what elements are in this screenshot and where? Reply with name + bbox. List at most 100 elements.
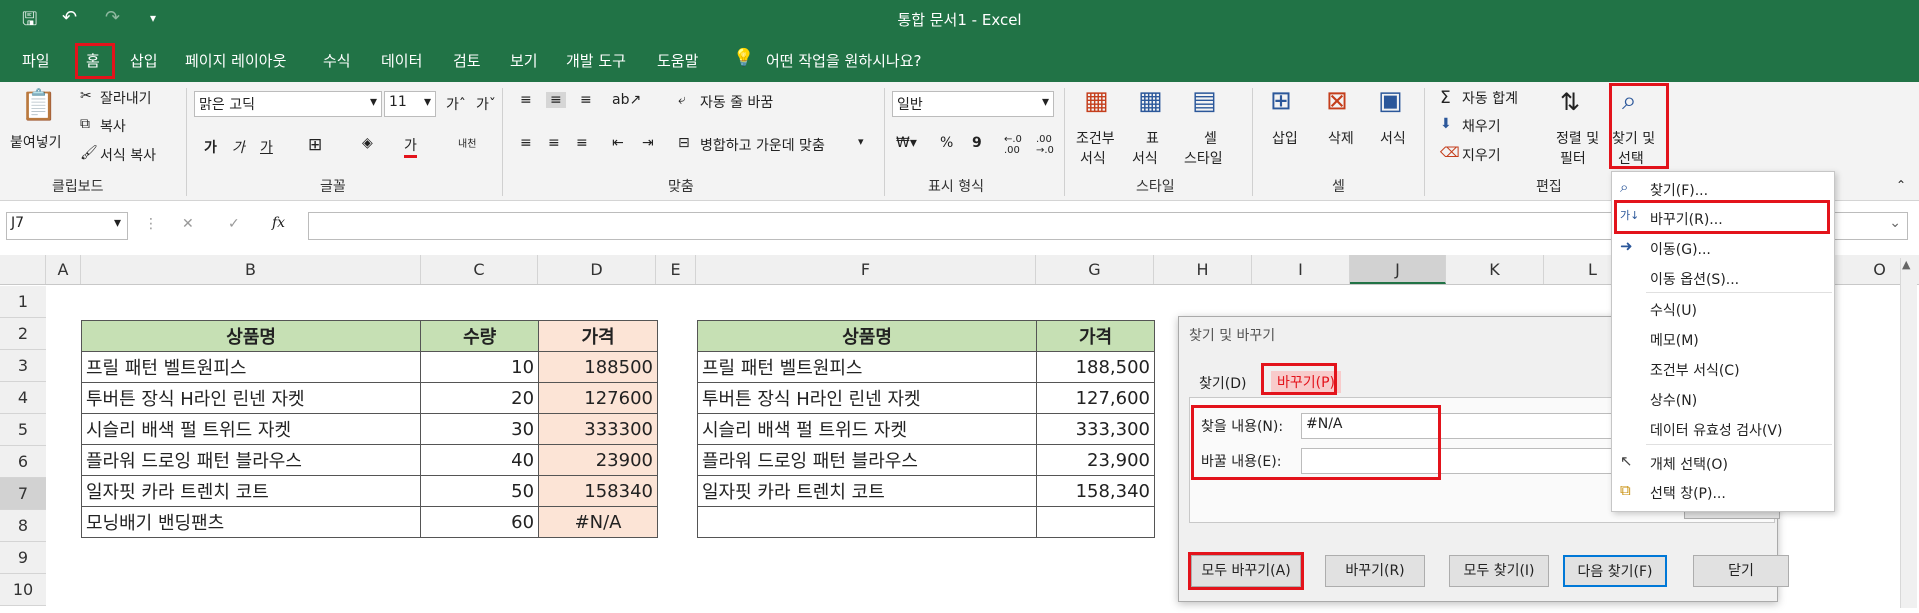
menu-item-data-validation[interactable]: 데이터 유효성 검사(V) [1650, 420, 1782, 440]
increase-indent-icon[interactable]: ⇥ [642, 135, 654, 151]
column-header[interactable]: G [1036, 255, 1154, 284]
row-header[interactable]: 10 [0, 574, 46, 606]
cell[interactable]: 188,500 [1036, 351, 1155, 383]
header-cell[interactable]: 수량 [420, 320, 540, 352]
menu-item-goto[interactable]: 이동(G)... [1650, 239, 1711, 259]
tab-file[interactable]: 파일 [22, 50, 50, 71]
delete-cells-button[interactable]: 삭제 [1328, 128, 1354, 148]
menu-item-select-objects[interactable]: 개체 선택(O) [1650, 454, 1728, 474]
align-bottom-icon[interactable]: ≡ [580, 92, 592, 108]
cell[interactable]: 일자핏 카라 트렌치 코트 [696, 475, 1038, 507]
tab-view[interactable]: 보기 [510, 50, 538, 71]
underline-button[interactable]: 가 [260, 137, 273, 157]
cell[interactable]: 40 [420, 444, 540, 476]
paste-button[interactable]: 붙여넣기 [10, 132, 62, 152]
tab-insert[interactable]: 삽입 [130, 50, 158, 71]
cell[interactable]: 127600 [538, 382, 658, 414]
wrap-text-button[interactable]: 자동 줄 바꿈 [700, 92, 773, 112]
cell[interactable]: 모닝배기 밴딩팬츠 [80, 506, 422, 538]
cell[interactable]: 프릴 패턴 벨트원피스 [80, 351, 422, 383]
menu-item-constants[interactable]: 상수(N) [1650, 390, 1697, 410]
tab-find[interactable]: 찾기(D) [1199, 373, 1246, 393]
cell[interactable]: 50 [420, 475, 540, 507]
cancel-icon[interactable]: ✕ [182, 216, 194, 232]
find-all-button[interactable]: 모두 찾기(I) [1449, 555, 1549, 587]
grow-font-icon[interactable]: 가ˆ [446, 94, 466, 114]
error-cell[interactable]: #N/A [538, 506, 658, 538]
column-header[interactable]: C [421, 255, 538, 284]
cell[interactable]: 188500 [538, 351, 658, 383]
name-box[interactable]: J7 ▾ [6, 212, 128, 240]
sort-filter-button[interactable]: 정렬 및 [1556, 128, 1599, 148]
column-header[interactable]: D [538, 255, 656, 284]
tab-review[interactable]: 검토 [453, 50, 481, 71]
phonetic-button[interactable]: 내천 [458, 135, 476, 150]
row-header[interactable]: 2 [0, 318, 46, 350]
menu-item-notes[interactable]: 메모(M) [1650, 330, 1699, 350]
fill-button[interactable]: 채우기 [1462, 116, 1501, 136]
cell[interactable]: 30 [420, 413, 540, 445]
collapse-ribbon-icon[interactable]: ⌃ [1896, 178, 1906, 192]
column-header[interactable]: I [1252, 255, 1350, 284]
cell[interactable]: 플라워 드로잉 패턴 블라우스 [696, 444, 1038, 476]
row-header[interactable]: 8 [0, 510, 46, 542]
chevron-down-icon[interactable]: ▾ [858, 135, 864, 148]
find-next-button[interactable]: 다음 찾기(F) [1563, 555, 1667, 587]
cell-styles-button[interactable]: 셀 [1204, 128, 1217, 148]
cell[interactable]: 시슬리 배색 펄 트위드 자켓 [696, 413, 1038, 445]
column-header[interactable]: A [46, 255, 81, 284]
paste-icon[interactable]: 📋 [20, 88, 57, 123]
align-right-icon[interactable]: ≡ [576, 135, 588, 151]
cell[interactable]: 투버튼 장식 H라인 린넨 자켓 [696, 382, 1038, 414]
cell[interactable]: 10 [420, 351, 540, 383]
format-painter-button[interactable]: 서식 복사 [100, 145, 156, 165]
row-header[interactable]: 9 [0, 542, 46, 574]
header-cell[interactable]: 가격 [538, 320, 658, 352]
scroll-up-icon[interactable]: ▲ [1902, 258, 1910, 271]
vertical-scrollbar[interactable] [1900, 258, 1917, 608]
insert-function-button[interactable]: fx [272, 215, 285, 231]
clear-button[interactable]: 지우기 [1462, 145, 1501, 165]
menu-item-conditional-formatting[interactable]: 조건부 서식(C) [1650, 360, 1740, 380]
accounting-icon[interactable]: ₩▾ [896, 135, 917, 151]
cell[interactable]: 333,300 [1036, 413, 1155, 445]
row-header[interactable]: 6 [0, 446, 46, 478]
fill-color-icon[interactable]: ◈ [362, 135, 373, 151]
menu-item-selection-pane[interactable]: 선택 창(P)... [1650, 483, 1726, 503]
format-table-button[interactable]: 표 [1146, 128, 1159, 148]
row-header[interactable]: 3 [0, 350, 46, 382]
font-color-button[interactable]: 가 [404, 135, 417, 158]
tab-page-layout[interactable]: 페이지 레이아웃 [185, 50, 286, 71]
menu-item-formulas[interactable]: 수식(U) [1650, 300, 1697, 320]
format-cells-button[interactable]: 서식 [1380, 128, 1406, 148]
insert-cells-button[interactable]: 삽입 [1272, 128, 1298, 148]
cut-button[interactable]: 잘라내기 [100, 88, 152, 108]
header-cell[interactable]: 상품명 [80, 320, 422, 352]
align-left-icon[interactable]: ≡ [520, 135, 532, 151]
cell[interactable]: 20 [420, 382, 540, 414]
row-header[interactable]: 5 [0, 414, 46, 446]
cell[interactable]: 333300 [538, 413, 658, 445]
tab-help[interactable]: 도움말 [657, 50, 698, 71]
borders-icon[interactable]: ⊞ [308, 135, 322, 155]
merge-center-button[interactable]: 병합하고 가운데 맞춤 [700, 135, 825, 155]
column-header[interactable]: E [656, 255, 696, 284]
autosum-button[interactable]: 자동 합계 [1462, 88, 1518, 108]
column-header[interactable]: H [1154, 255, 1252, 284]
row-header[interactable]: 1 [0, 286, 46, 318]
row-header-selected[interactable]: 7 [0, 478, 46, 510]
number-format-select[interactable]: 일반 ▾ [892, 91, 1054, 117]
cell[interactable]: 23,900 [1036, 444, 1155, 476]
cell[interactable]: 127,600 [1036, 382, 1155, 414]
cell[interactable]: 플라워 드로잉 패턴 블라우스 [80, 444, 422, 476]
font-name-select[interactable]: 맑은 고딕 ▾ [194, 91, 382, 117]
menu-item-find[interactable]: 찾기(F)... [1650, 180, 1708, 200]
tab-developer[interactable]: 개발 도구 [566, 50, 626, 71]
cell[interactable] [1036, 506, 1155, 538]
cell[interactable]: 23900 [538, 444, 658, 476]
bold-button[interactable]: 가 [204, 137, 217, 157]
conditional-format-button[interactable]: 조건부 [1076, 128, 1115, 148]
cell[interactable]: 투버튼 장식 H라인 린넨 자켓 [80, 382, 422, 414]
align-middle-icon[interactable]: ≡ [546, 92, 566, 108]
cell[interactable]: 60 [420, 506, 540, 538]
